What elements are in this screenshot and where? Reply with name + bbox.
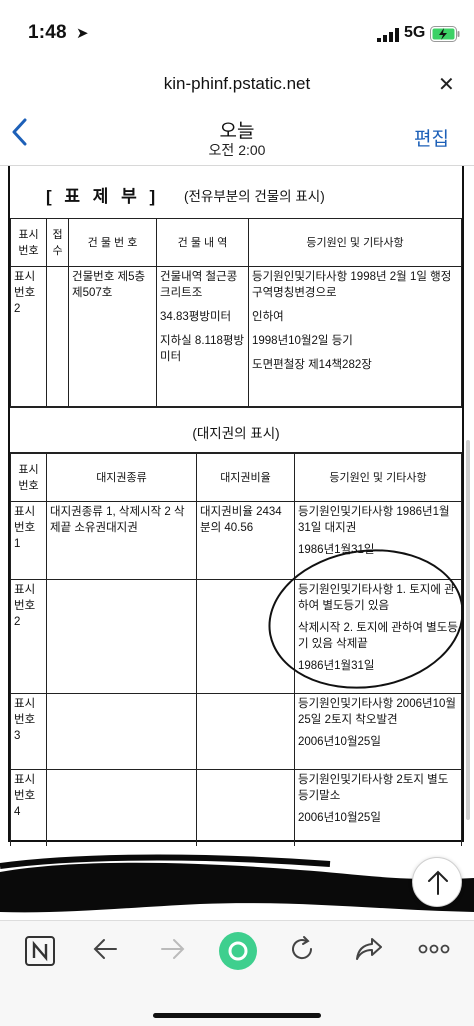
home-indicator <box>153 1013 321 1018</box>
cause-line: 등기원인및기타사항 1998년 2월 1일 행정구역명칭변경으로 <box>252 271 452 299</box>
green-dot-button[interactable] <box>216 929 260 973</box>
refresh-button[interactable] <box>288 935 332 979</box>
cell-cause: 등기원인및기타사항 1998년 2월 1일 행정구역명칭변경으로 인하여 199… <box>248 266 462 407</box>
url-text: kin-phinf.pstatic.net <box>163 74 311 93</box>
col-header: 표시번호 <box>10 218 47 267</box>
col-header: 대지권비율 <box>196 453 295 502</box>
col-header: 등기원인 및 기타사항 <box>294 453 462 502</box>
cause-line: 2006년10월25일 <box>298 736 381 748</box>
arrow-left-icon <box>93 939 117 959</box>
viewer-title: 오늘 <box>219 121 255 142</box>
green-dot-icon <box>219 932 257 970</box>
document-image: [ 표 제 부 ] (전유부분의 건물의 표시) 표시번호 접수 건 물 번 호… <box>6 166 468 846</box>
col-header: 등기원인 및 기타사항 <box>248 218 462 267</box>
naver-n-icon <box>25 936 55 966</box>
cause-line: 등기원인및기타사항 1986년1월31일 대지권 <box>298 506 450 534</box>
scrollbar[interactable] <box>466 440 470 820</box>
cell-ratio <box>196 769 295 846</box>
redaction-scribble <box>0 854 474 913</box>
battery-charging-icon <box>430 26 460 42</box>
cause-line: 2006년10월25일 <box>298 812 381 824</box>
section-subtitle: (전유부분의 건물의 표시) <box>184 189 325 204</box>
naver-home-button[interactable] <box>24 935 68 979</box>
cell-ratio: 대지권비율 2434분의 40.56 <box>196 501 295 580</box>
table-row: 표시번호 2 건물번호 제5층 제507호 건물내역 철근콩크리트조 34.83… <box>10 266 462 407</box>
table-row: 표시번호 4 등기원인및기타사항 2토지 별도등기말소 2006년10월25일 <box>10 769 462 846</box>
more-dots-icon <box>418 944 450 954</box>
cell-receipt <box>46 266 69 407</box>
forward-button[interactable] <box>158 935 202 979</box>
table-header-row: 표시번호 접수 건 물 번 호 건 물 내 역 등기원인 및 기타사항 <box>10 218 462 267</box>
cell-no: 표시번호 4 <box>10 769 47 846</box>
status-time: 1:48 <box>28 22 67 43</box>
viewer-nav: 오늘 오전 2:00 편집 <box>0 104 474 166</box>
cell-kind <box>46 769 197 846</box>
cell-kind <box>46 579 197 694</box>
cell-cause: 등기원인및기타사항 2006년10월25일 2토지 착오발견 2006년10월2… <box>294 693 462 770</box>
arrow-right-icon <box>161 939 185 959</box>
building-table: 표시번호 접수 건 물 번 호 건 물 내 역 등기원인 및 기타사항 표시번호… <box>10 218 462 407</box>
table-row: 표시번호 3 등기원인및기타사항 2006년10월25일 2토지 착오발견 20… <box>10 693 462 770</box>
cell-no: 표시번호 2 <box>10 579 47 694</box>
cell-bldg-no: 건물번호 제5층 제507호 <box>68 266 157 407</box>
col-header: 건 물 내 역 <box>156 218 249 267</box>
cause-line: 인하여 <box>252 311 284 323</box>
cause-line: 등기원인및기타사항 2006년10월25일 2토지 착오발견 <box>298 698 456 726</box>
cell-cause: 등기원인및기타사항 2토지 별도등기말소 2006년10월25일 <box>294 769 462 846</box>
detail-line: 건물내역 철근콩크리트조 <box>160 271 238 299</box>
section-title-land-rights: (대지권의 표시) <box>10 407 462 453</box>
status-bar: 1:48 ➤ 5G <box>0 0 474 64</box>
cell-kind <box>46 693 197 770</box>
table-header-row: 표시번호 대지권종류 대지권비율 등기원인 및 기타사항 <box>10 453 462 502</box>
col-header: 접수 <box>46 218 69 267</box>
signal-icon <box>377 28 399 42</box>
bottom-toolbar <box>0 920 474 1026</box>
share-button[interactable] <box>354 935 398 979</box>
section2-title: (대지권의 표시) <box>192 426 280 441</box>
location-arrow-icon: ➤ <box>76 25 89 42</box>
share-arrow-icon <box>356 938 382 960</box>
cell-kind: 대지권종류 1, 삭제시작 2 삭제끝 소유권대지권 <box>46 501 197 580</box>
section-bracket-title: [ 표 제 부 ] <box>46 187 160 206</box>
more-button[interactable] <box>418 935 462 979</box>
cell-no: 표시번호 3 <box>10 693 47 770</box>
url-bar: kin-phinf.pstatic.net ✕ <box>0 64 474 104</box>
cause-line: 도면편철장 제14책282장 <box>252 359 372 371</box>
section-title-pyojebu: [ 표 제 부 ] (전유부분의 건물의 표시) <box>10 166 462 218</box>
edit-button[interactable]: 편집 <box>414 124 449 151</box>
arrow-up-icon <box>428 870 448 895</box>
viewer-subtitle: 오전 2:00 <box>208 142 266 158</box>
detail-line: 지하실 8.118평방미터 <box>160 335 245 363</box>
cause-line: 1998년10월2일 등기 <box>252 335 353 347</box>
cell-no: 표시번호 2 <box>10 266 47 407</box>
col-header: 건 물 번 호 <box>68 218 157 267</box>
cell-no: 표시번호 1 <box>10 501 47 580</box>
detail-line: 34.83평방미터 <box>160 311 232 323</box>
refresh-icon <box>292 936 313 960</box>
cell-details: 건물내역 철근콩크리트조 34.83평방미터 지하실 8.118평방미터 <box>156 266 249 407</box>
col-header: 표시번호 <box>10 453 47 502</box>
close-icon[interactable]: ✕ <box>438 72 455 97</box>
network-type: 5G <box>404 24 426 41</box>
scroll-to-top-button[interactable] <box>412 857 462 907</box>
back-button[interactable] <box>92 935 136 979</box>
cause-line: 등기원인및기타사항 2토지 별도등기말소 <box>298 774 449 802</box>
kind-text: 대지권종류 1, 삭제시작 2 삭제끝 소유권대지권 <box>50 506 185 534</box>
col-header: 대지권종류 <box>46 453 197 502</box>
cell-ratio <box>196 693 295 770</box>
